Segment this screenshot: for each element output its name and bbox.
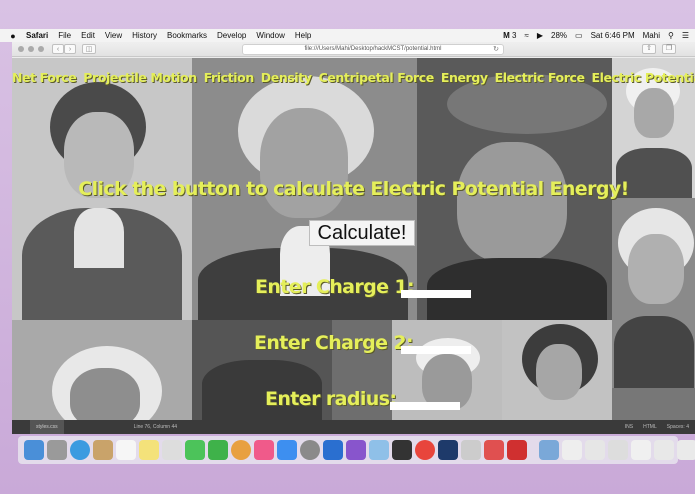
- star-app-icon[interactable]: [346, 440, 366, 460]
- dock: [18, 436, 695, 464]
- acrobat-icon[interactable]: [507, 440, 527, 460]
- nav-link-projectile-motion[interactable]: Projectile Motion: [83, 70, 197, 85]
- menu-window[interactable]: Window: [256, 31, 284, 40]
- menu-help[interactable]: Help: [295, 31, 311, 40]
- close-icon[interactable]: [18, 46, 24, 52]
- url-text: file:///Users/Mahi/Desktop/hackMCST/pote…: [304, 46, 442, 52]
- music-icon[interactable]: [254, 440, 274, 460]
- battery-percent[interactable]: 28%: [551, 31, 567, 40]
- battery-icon[interactable]: ▭: [575, 31, 583, 40]
- charge2-label: Enter Charge 2:: [254, 332, 414, 354]
- document-icon[interactable]: [677, 440, 695, 460]
- portrait-image: [612, 198, 695, 388]
- cursor-position: Line 76, Column 44: [133, 424, 178, 430]
- tabs-icon[interactable]: ❐: [662, 44, 676, 54]
- editor-tab[interactable]: styles.css: [30, 420, 64, 434]
- menu-develop[interactable]: Develop: [217, 31, 246, 40]
- calendar-icon[interactable]: [116, 440, 136, 460]
- list-icon[interactable]: ☰: [682, 31, 689, 40]
- menu-file[interactable]: File: [58, 31, 71, 40]
- volume-icon[interactable]: ▶: [537, 31, 543, 40]
- radius-input[interactable]: [390, 402, 460, 410]
- safari-icon[interactable]: [70, 440, 90, 460]
- contacts-icon[interactable]: [93, 440, 113, 460]
- word-icon[interactable]: [323, 440, 343, 460]
- document-icon[interactable]: [654, 440, 674, 460]
- minimize-icon[interactable]: [28, 46, 34, 52]
- topic-nav: Net Force Projectile Motion Friction Den…: [12, 70, 695, 85]
- launchpad-icon[interactable]: [47, 440, 67, 460]
- editor-status-bar: styles.css Line 76, Column 44 INS HTML S…: [12, 420, 695, 434]
- reminders-icon[interactable]: [162, 440, 182, 460]
- menu-bookmarks[interactable]: Bookmarks: [167, 31, 207, 40]
- app-icon[interactable]: [438, 440, 458, 460]
- charge2-input[interactable]: [401, 346, 471, 354]
- apple-icon[interactable]: ●: [8, 31, 18, 41]
- status-badge[interactable]: M 3: [503, 31, 516, 40]
- clock[interactable]: Sat 6:46 PM: [591, 31, 635, 40]
- facetime-icon[interactable]: [208, 440, 228, 460]
- radius-label: Enter radius:: [265, 388, 397, 410]
- back-button[interactable]: ‹: [52, 44, 64, 54]
- calculate-button[interactable]: Calculate!: [309, 220, 415, 246]
- nav-link-energy[interactable]: Energy: [441, 70, 488, 85]
- menu-bar: ● Safari File Edit View History Bookmark…: [0, 29, 695, 42]
- share-icon[interactable]: ⇧: [642, 44, 656, 54]
- portrait-image: [12, 320, 192, 420]
- portrait-image: [502, 320, 612, 420]
- status-badge-count: 3: [512, 31, 517, 40]
- search-icon[interactable]: ⚲: [668, 31, 674, 40]
- insert-mode[interactable]: INS: [625, 424, 633, 430]
- nav-link-density[interactable]: Density: [261, 70, 312, 85]
- virtualbox-icon[interactable]: [369, 440, 389, 460]
- address-bar[interactable]: file:///Users/Mahi/Desktop/hackMCST/pote…: [242, 44, 504, 55]
- browser-window: ‹ › ◫ file:///Users/Mahi/Desktop/hackMCS…: [12, 42, 695, 434]
- sidebar-icon[interactable]: ◫: [82, 44, 96, 54]
- app-store-icon[interactable]: [277, 440, 297, 460]
- preview-icon[interactable]: [461, 440, 481, 460]
- document-icon[interactable]: [585, 440, 605, 460]
- page-heading: Click the button to calculate Electric P…: [78, 178, 629, 200]
- notes-icon[interactable]: [139, 440, 159, 460]
- forward-button[interactable]: ›: [64, 44, 76, 54]
- app-icon[interactable]: [484, 440, 504, 460]
- document-icon[interactable]: [608, 440, 628, 460]
- menu-edit[interactable]: Edit: [81, 31, 95, 40]
- nav-link-friction[interactable]: Friction: [204, 70, 255, 85]
- menu-view[interactable]: View: [105, 31, 122, 40]
- language-mode[interactable]: HTML: [643, 424, 657, 430]
- terminal-icon[interactable]: [392, 440, 412, 460]
- window-controls: [18, 46, 44, 52]
- charge1-input[interactable]: [401, 290, 471, 298]
- system-preferences-icon[interactable]: [300, 440, 320, 460]
- messages-icon[interactable]: [185, 440, 205, 460]
- nav-link-electric-potential-energy[interactable]: Electric Potential Energy: [592, 70, 695, 85]
- indent-setting[interactable]: Spaces: 4: [667, 424, 689, 430]
- title-bar: ‹ › ◫ file:///Users/Mahi/Desktop/hackMCS…: [12, 42, 695, 57]
- downloads-icon[interactable]: [539, 440, 559, 460]
- user-name[interactable]: Mahi: [643, 31, 660, 40]
- charge1-label: Enter Charge 1:: [255, 276, 415, 298]
- chrome-icon[interactable]: [415, 440, 435, 460]
- nav-link-centripetal-force[interactable]: Centripetal Force: [319, 70, 435, 85]
- photos-icon[interactable]: [231, 440, 251, 460]
- document-icon[interactable]: [631, 440, 651, 460]
- document-icon[interactable]: [562, 440, 582, 460]
- page-content: Net Force Projectile Motion Friction Den…: [12, 58, 695, 420]
- reload-icon[interactable]: ↻: [493, 45, 499, 54]
- nav-link-net-force[interactable]: Net Force: [12, 70, 77, 85]
- nav-link-electric-force[interactable]: Electric Force: [495, 70, 585, 85]
- portrait-image: [612, 388, 695, 420]
- wifi-icon[interactable]: ≈: [524, 31, 528, 40]
- menu-app-name[interactable]: Safari: [26, 31, 48, 40]
- menu-history[interactable]: History: [132, 31, 157, 40]
- zoom-icon[interactable]: [38, 46, 44, 52]
- finder-icon[interactable]: [24, 440, 44, 460]
